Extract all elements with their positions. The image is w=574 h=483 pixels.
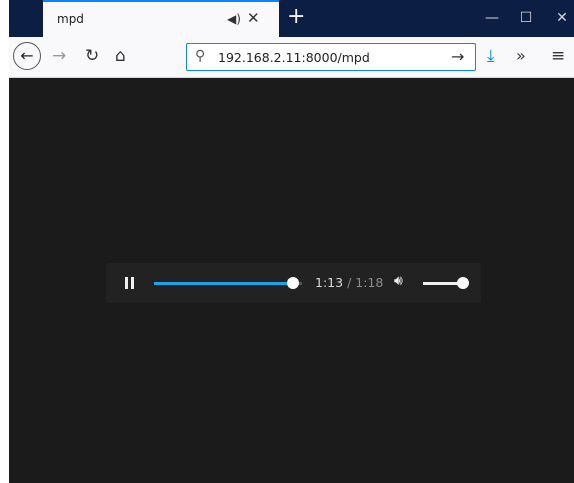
pause-icon: [125, 277, 128, 289]
pause-icon-bar: [131, 277, 134, 289]
tab-mpd[interactable]: mpd ◀) ✕: [43, 0, 279, 37]
time-display: 1:13 / 1:18: [315, 275, 383, 290]
page-content: 1:13 / 1:18 🔊︎: [9, 78, 574, 483]
current-time: 1:13: [315, 275, 344, 290]
close-icon[interactable]: ✕: [247, 9, 260, 27]
hamburger-menu-icon[interactable]: ≡: [551, 46, 565, 66]
forward-arrow-icon[interactable]: →: [52, 46, 66, 66]
browser-window: mpd ◀) ✕ + — ☐ ✕ ← → ↻ ⌂ ⚲ 192.168.2.11:…: [9, 0, 574, 483]
search-icon: ⚲: [195, 48, 206, 64]
volume-icon[interactable]: 🔊︎: [394, 273, 403, 289]
duration: 1:18: [355, 275, 384, 290]
url-text[interactable]: 192.168.2.11:8000/mpd: [218, 50, 370, 65]
pause-button[interactable]: [123, 274, 137, 292]
plus-icon[interactable]: +: [287, 4, 305, 29]
audio-player-controls: 1:13 / 1:18 🔊︎: [106, 263, 481, 303]
seek-slider-progress: [154, 282, 293, 285]
url-bar[interactable]: ⚲ 192.168.2.11:8000/mpd →: [186, 43, 476, 71]
speaker-icon[interactable]: ◀): [227, 12, 241, 26]
close-window-button[interactable]: ✕: [539, 0, 574, 37]
chevron-double-right-icon[interactable]: »: [516, 46, 526, 65]
back-arrow-icon[interactable]: ←: [13, 42, 41, 70]
seek-slider-thumb[interactable]: [286, 277, 299, 289]
go-arrow-icon[interactable]: →: [451, 47, 464, 66]
time-separator: /: [347, 275, 352, 290]
home-icon[interactable]: ⌂: [115, 46, 126, 66]
title-bar: mpd ◀) ✕ + — ☐ ✕: [9, 0, 574, 37]
tab-title: mpd: [57, 12, 84, 26]
download-icon[interactable]: ⤓: [487, 46, 495, 66]
navigation-toolbar: ← → ↻ ⌂ ⚲ 192.168.2.11:8000/mpd → ⤓ » ≡: [9, 37, 574, 78]
volume-slider-thumb[interactable]: [457, 277, 469, 289]
reload-icon[interactable]: ↻: [85, 46, 99, 66]
